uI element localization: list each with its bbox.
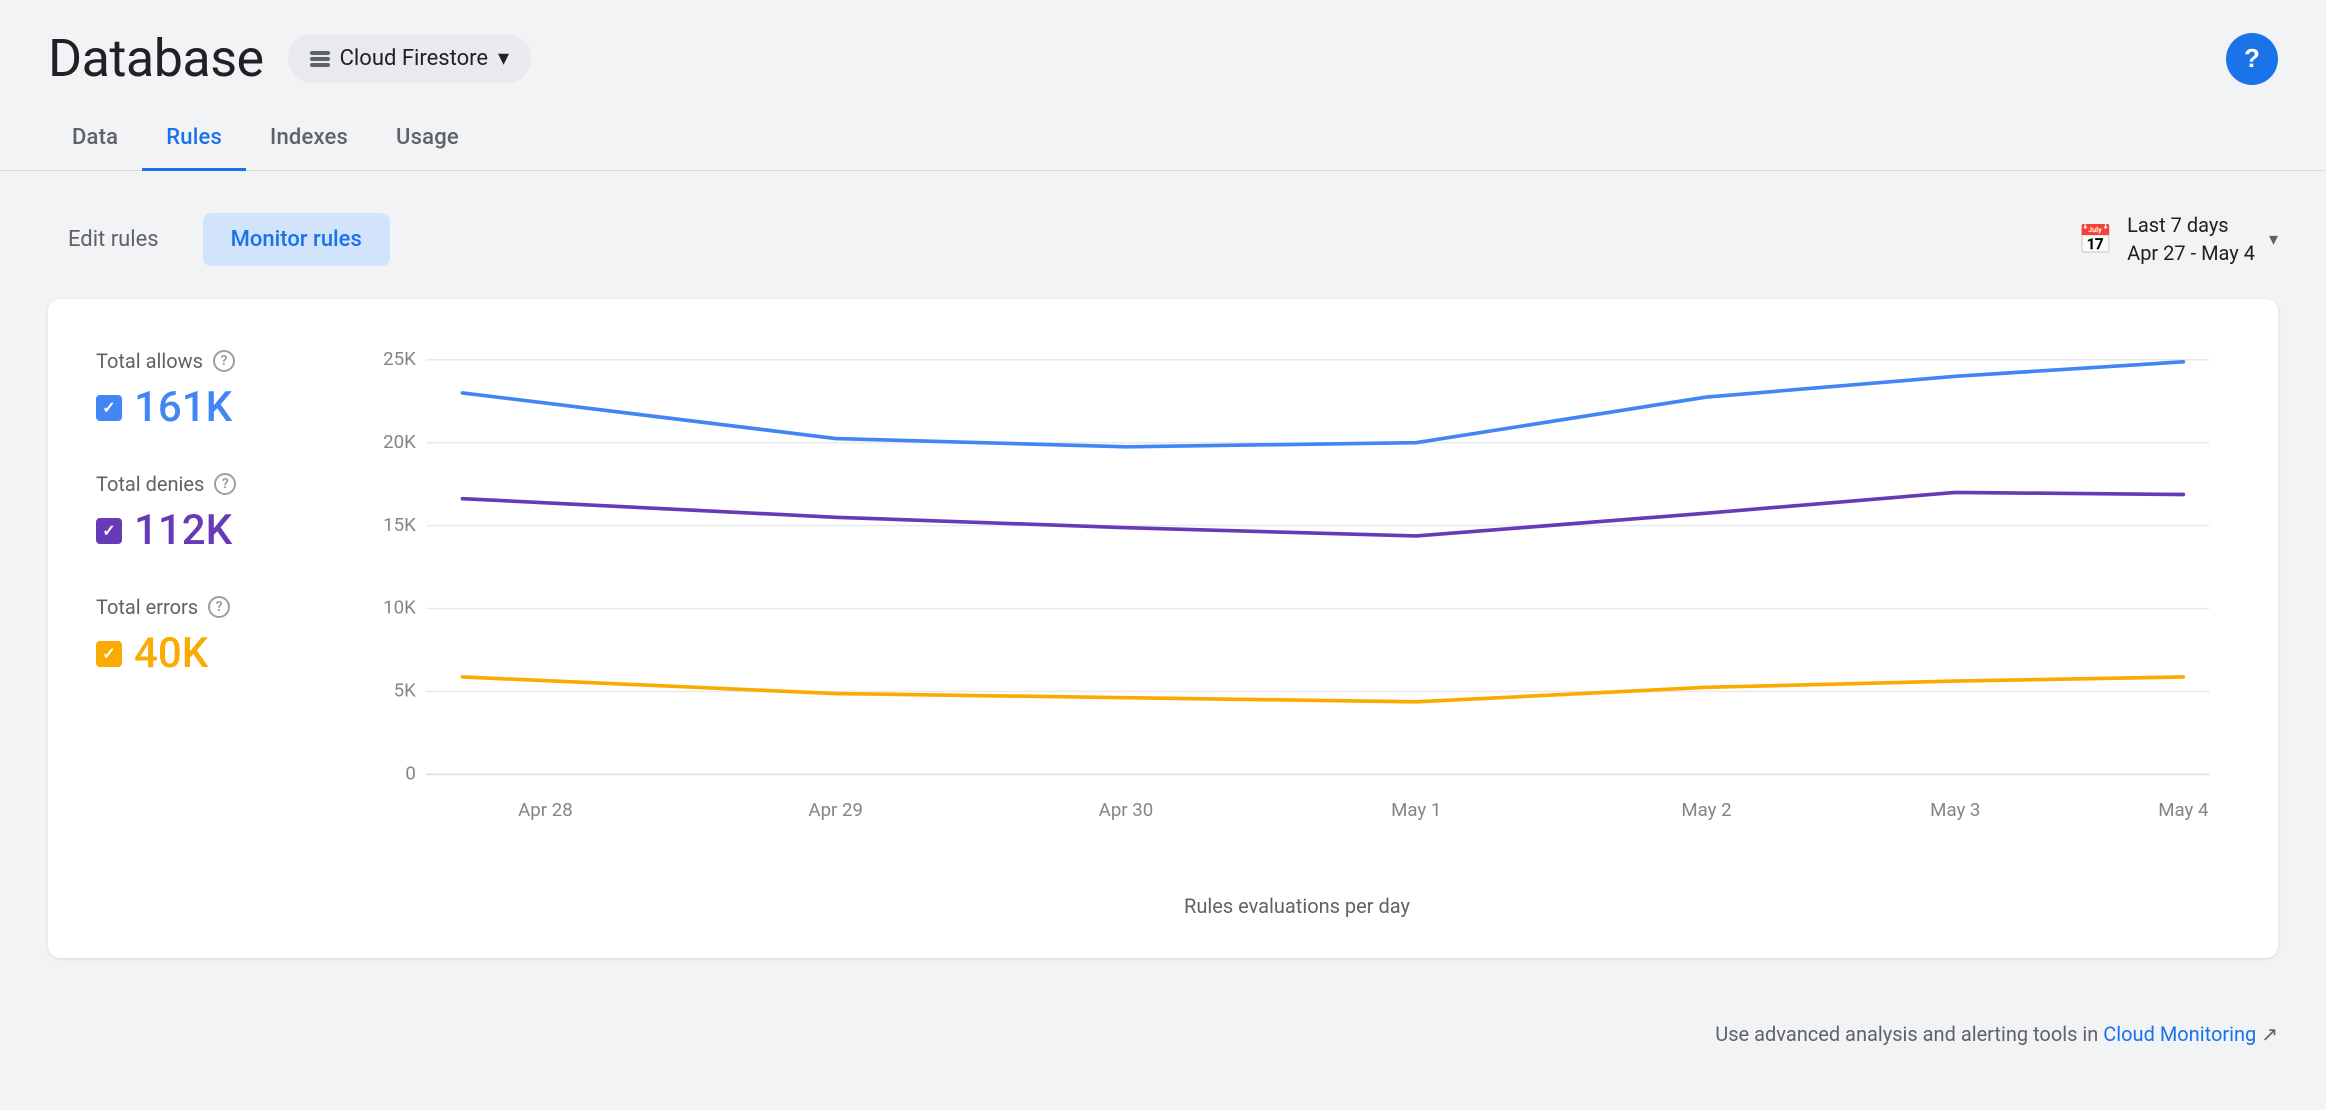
calendar-icon: 📅 (2078, 223, 2113, 256)
tab-data[interactable]: Data (48, 107, 142, 171)
svg-text:May 4: May 4 (2158, 799, 2209, 821)
allows-value: 161K (134, 383, 232, 432)
errors-value: 40K (134, 629, 208, 678)
toolbar-left: Edit rules Monitor rules (48, 213, 390, 266)
edit-rules-button[interactable]: Edit rules (48, 213, 179, 266)
svg-text:Apr 29: Apr 29 (808, 799, 863, 821)
chart-area: 25K 20K 15K 10K 5K 0 Apr 28 Apr 29 Apr 3… (364, 339, 2230, 918)
external-link-icon: ↗ (2261, 1022, 2278, 1046)
date-range-line2: Apr 27 - May 4 (2127, 239, 2255, 267)
errors-checkbox[interactable] (96, 641, 122, 667)
main-content: Edit rules Monitor rules 📅 Last 7 days A… (0, 171, 2326, 998)
svg-text:15K: 15K (383, 514, 416, 536)
legend-errors: Total errors ? 40K (96, 595, 316, 678)
chart-layout: Total allows ? 161K Total denies ? (96, 339, 2230, 918)
svg-text:May 1: May 1 (1391, 799, 1441, 821)
svg-text:May 2: May 2 (1681, 799, 1731, 821)
tab-indexes[interactable]: Indexes (246, 107, 372, 171)
allows-help-icon[interactable]: ? (213, 350, 235, 372)
chart-card: Total allows ? 161K Total denies ? (48, 299, 2278, 958)
errors-help-icon[interactable]: ? (208, 596, 230, 618)
denies-label: Total denies (96, 472, 204, 496)
service-selector[interactable]: Cloud Firestore ▾ (288, 34, 531, 83)
svg-text:5K: 5K (394, 680, 416, 702)
page-header: Database Cloud Firestore ▾ ? (0, 0, 2326, 89)
svg-text:0: 0 (405, 763, 415, 785)
date-range[interactable]: Last 7 days Apr 27 - May 4 (2127, 211, 2255, 267)
denies-checkbox[interactable] (96, 518, 122, 544)
footer: Use advanced analysis and alerting tools… (0, 998, 2326, 1070)
svg-text:May 3: May 3 (1930, 799, 1980, 821)
allows-checkbox[interactable] (96, 395, 122, 421)
errors-label: Total errors (96, 595, 198, 619)
chart-svg: 25K 20K 15K 10K 5K 0 Apr 28 Apr 29 Apr 3… (364, 339, 2230, 882)
page-title: Database (48, 28, 264, 89)
nav-tabs: Data Rules Indexes Usage (0, 107, 2326, 171)
cloud-monitoring-link[interactable]: Cloud Monitoring (2103, 1022, 2256, 1046)
svg-text:20K: 20K (383, 431, 416, 453)
toolbar-right: 📅 Last 7 days Apr 27 - May 4 ▾ (2078, 211, 2278, 267)
date-range-line1: Last 7 days (2127, 211, 2255, 239)
legend-allows: Total allows ? 161K (96, 349, 316, 432)
svg-text:25K: 25K (383, 348, 416, 370)
stack-icon (310, 51, 330, 67)
svg-text:Apr 30: Apr 30 (1099, 799, 1154, 821)
legend-denies: Total denies ? 112K (96, 472, 316, 555)
service-label: Cloud Firestore (340, 46, 488, 71)
denies-value: 112K (134, 506, 232, 555)
monitor-rules-button[interactable]: Monitor rules (203, 213, 390, 266)
footer-text: Use advanced analysis and alerting tools… (1715, 1022, 2103, 1046)
tab-rules[interactable]: Rules (142, 107, 246, 171)
allows-label: Total allows (96, 349, 203, 373)
denies-help-icon[interactable]: ? (214, 473, 236, 495)
chart-legend: Total allows ? 161K Total denies ? (96, 339, 316, 918)
toolbar: Edit rules Monitor rules 📅 Last 7 days A… (48, 211, 2278, 267)
chevron-down-icon: ▾ (498, 46, 509, 71)
chart-x-axis-label: Rules evaluations per day (364, 894, 2230, 918)
help-button[interactable]: ? (2226, 33, 2278, 85)
svg-text:Apr 28: Apr 28 (518, 799, 573, 821)
tab-usage[interactable]: Usage (372, 107, 483, 171)
date-range-dropdown-icon: ▾ (2269, 229, 2278, 250)
svg-text:10K: 10K (383, 597, 416, 619)
